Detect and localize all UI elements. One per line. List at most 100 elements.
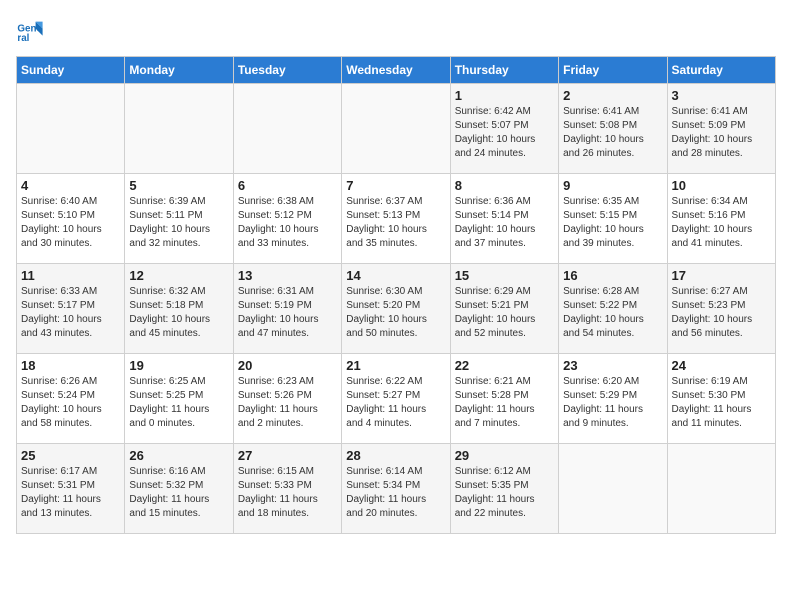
day-info: Sunrise: 6:25 AM Sunset: 5:25 PM Dayligh… (129, 375, 228, 431)
svg-text:ral: ral (17, 33, 29, 44)
day-cell: 23 Sunrise: 6:20 AM Sunset: 5:29 PM Dayli… (559, 354, 667, 444)
day-number: 7 (346, 178, 445, 193)
day-info: Sunrise: 6:17 AM Sunset: 5:31 PM Dayligh… (21, 465, 120, 521)
week-row-1: 1 Sunrise: 6:42 AM Sunset: 5:07 PM Daylig… (17, 84, 776, 174)
calendar-body: 1 Sunrise: 6:42 AM Sunset: 5:07 PM Daylig… (17, 84, 776, 534)
day-number: 29 (455, 448, 554, 463)
logo-icon: Gene ral (16, 16, 44, 44)
day-cell: 25 Sunrise: 6:17 AM Sunset: 5:31 PM Dayli… (17, 444, 125, 534)
day-number: 20 (238, 358, 337, 373)
day-number: 5 (129, 178, 228, 193)
calendar-header: SundayMondayTuesdayWednesdayThursdayFrid… (17, 57, 776, 84)
day-info: Sunrise: 6:26 AM Sunset: 5:24 PM Dayligh… (21, 375, 120, 431)
day-cell: 9 Sunrise: 6:35 AM Sunset: 5:15 PM Daylig… (559, 174, 667, 264)
day-cell: 14Sunrise: 6:30 AM Sunset: 5:20 PM Dayli… (342, 264, 450, 354)
day-cell: 5 Sunrise: 6:39 AM Sunset: 5:11 PM Daylig… (125, 174, 233, 264)
day-number: 24 (672, 358, 771, 373)
header-row: SundayMondayTuesdayWednesdayThursdayFrid… (17, 57, 776, 84)
day-number: 26 (129, 448, 228, 463)
col-header-sunday: Sunday (17, 57, 125, 84)
day-cell (559, 444, 667, 534)
day-info: Sunrise: 6:12 AM Sunset: 5:35 PM Dayligh… (455, 465, 554, 521)
day-info: Sunrise: 6:20 AM Sunset: 5:29 PM Dayligh… (563, 375, 662, 431)
day-cell: 15 Sunrise: 6:29 AM Sunset: 5:21 PM Dayli… (450, 264, 558, 354)
day-number: 28 (346, 448, 445, 463)
day-cell: 6 Sunrise: 6:38 AM Sunset: 5:12 PM Daylig… (233, 174, 341, 264)
day-number: 19 (129, 358, 228, 373)
day-number: 2 (563, 88, 662, 103)
day-cell: 24 Sunrise: 6:19 AM Sunset: 5:30 PM Dayli… (667, 354, 775, 444)
day-number: 1 (455, 88, 554, 103)
day-cell: 28 Sunrise: 6:14 AM Sunset: 5:34 PM Dayli… (342, 444, 450, 534)
day-cell: 12 Sunrise: 6:32 AM Sunset: 5:18 PM Dayli… (125, 264, 233, 354)
day-number: 22 (455, 358, 554, 373)
day-number: 6 (238, 178, 337, 193)
col-header-thursday: Thursday (450, 57, 558, 84)
day-info: Sunrise: 6:39 AM Sunset: 5:11 PM Dayligh… (129, 195, 228, 251)
day-info: Sunrise: 6:32 AM Sunset: 5:18 PM Dayligh… (129, 285, 228, 341)
day-info: Sunrise: 6:22 AM Sunset: 5:27 PM Dayligh… (346, 375, 445, 431)
day-cell: 18 Sunrise: 6:26 AM Sunset: 5:24 PM Dayli… (17, 354, 125, 444)
day-number: 27 (238, 448, 337, 463)
day-number: 21 (346, 358, 445, 373)
day-info: Sunrise: 6:27 AM Sunset: 5:23 PM Dayligh… (672, 285, 771, 341)
page-header: Gene ral (16, 16, 776, 44)
day-cell: 22 Sunrise: 6:21 AM Sunset: 5:28 PM Dayli… (450, 354, 558, 444)
day-info: Sunrise: 6:29 AM Sunset: 5:21 PM Dayligh… (455, 285, 554, 341)
day-number: 8 (455, 178, 554, 193)
day-cell: 1 Sunrise: 6:42 AM Sunset: 5:07 PM Daylig… (450, 84, 558, 174)
day-number: 23 (563, 358, 662, 373)
col-header-wednesday: Wednesday (342, 57, 450, 84)
day-cell: 20 Sunrise: 6:23 AM Sunset: 5:26 PM Dayli… (233, 354, 341, 444)
day-info: Sunrise: 6:21 AM Sunset: 5:28 PM Dayligh… (455, 375, 554, 431)
day-cell: 27 Sunrise: 6:15 AM Sunset: 5:33 PM Dayli… (233, 444, 341, 534)
day-number: 18 (21, 358, 120, 373)
day-info: Sunrise: 6:35 AM Sunset: 5:15 PM Dayligh… (563, 195, 662, 251)
week-row-4: 18 Sunrise: 6:26 AM Sunset: 5:24 PM Dayli… (17, 354, 776, 444)
week-row-3: 11Sunrise: 6:33 AM Sunset: 5:17 PM Dayli… (17, 264, 776, 354)
calendar-table: SundayMondayTuesdayWednesdayThursdayFrid… (16, 56, 776, 534)
day-info: Sunrise: 6:14 AM Sunset: 5:34 PM Dayligh… (346, 465, 445, 521)
day-cell: 16Sunrise: 6:28 AM Sunset: 5:22 PM Dayli… (559, 264, 667, 354)
day-cell: 21 Sunrise: 6:22 AM Sunset: 5:27 PM Dayli… (342, 354, 450, 444)
day-info: Sunrise: 6:23 AM Sunset: 5:26 PM Dayligh… (238, 375, 337, 431)
day-cell: 3 Sunrise: 6:41 AM Sunset: 5:09 PM Daylig… (667, 84, 775, 174)
col-header-tuesday: Tuesday (233, 57, 341, 84)
day-cell: 11Sunrise: 6:33 AM Sunset: 5:17 PM Dayli… (17, 264, 125, 354)
day-number: 11 (21, 268, 120, 283)
day-cell (342, 84, 450, 174)
day-number: 12 (129, 268, 228, 283)
day-cell: 10Sunrise: 6:34 AM Sunset: 5:16 PM Dayli… (667, 174, 775, 264)
day-number: 3 (672, 88, 771, 103)
day-cell: 26 Sunrise: 6:16 AM Sunset: 5:32 PM Dayli… (125, 444, 233, 534)
day-info: Sunrise: 6:37 AM Sunset: 5:13 PM Dayligh… (346, 195, 445, 251)
week-row-5: 25 Sunrise: 6:17 AM Sunset: 5:31 PM Dayli… (17, 444, 776, 534)
day-number: 15 (455, 268, 554, 283)
day-number: 14 (346, 268, 445, 283)
day-info: Sunrise: 6:41 AM Sunset: 5:08 PM Dayligh… (563, 105, 662, 161)
day-number: 4 (21, 178, 120, 193)
day-cell: 17Sunrise: 6:27 AM Sunset: 5:23 PM Dayli… (667, 264, 775, 354)
day-cell (125, 84, 233, 174)
day-info: Sunrise: 6:42 AM Sunset: 5:07 PM Dayligh… (455, 105, 554, 161)
day-number: 13 (238, 268, 337, 283)
day-number: 16 (563, 268, 662, 283)
day-info: Sunrise: 6:15 AM Sunset: 5:33 PM Dayligh… (238, 465, 337, 521)
day-cell: 19 Sunrise: 6:25 AM Sunset: 5:25 PM Dayli… (125, 354, 233, 444)
day-cell (17, 84, 125, 174)
day-cell: 29 Sunrise: 6:12 AM Sunset: 5:35 PM Dayli… (450, 444, 558, 534)
day-cell: 2 Sunrise: 6:41 AM Sunset: 5:08 PM Daylig… (559, 84, 667, 174)
day-info: Sunrise: 6:41 AM Sunset: 5:09 PM Dayligh… (672, 105, 771, 161)
day-number: 25 (21, 448, 120, 463)
day-cell: 7 Sunrise: 6:37 AM Sunset: 5:13 PM Daylig… (342, 174, 450, 264)
day-number: 9 (563, 178, 662, 193)
day-info: Sunrise: 6:19 AM Sunset: 5:30 PM Dayligh… (672, 375, 771, 431)
day-info: Sunrise: 6:31 AM Sunset: 5:19 PM Dayligh… (238, 285, 337, 341)
day-info: Sunrise: 6:16 AM Sunset: 5:32 PM Dayligh… (129, 465, 228, 521)
day-cell (233, 84, 341, 174)
day-info: Sunrise: 6:38 AM Sunset: 5:12 PM Dayligh… (238, 195, 337, 251)
col-header-friday: Friday (559, 57, 667, 84)
day-cell: 4Sunrise: 6:40 AM Sunset: 5:10 PM Daylig… (17, 174, 125, 264)
day-cell (667, 444, 775, 534)
col-header-saturday: Saturday (667, 57, 775, 84)
